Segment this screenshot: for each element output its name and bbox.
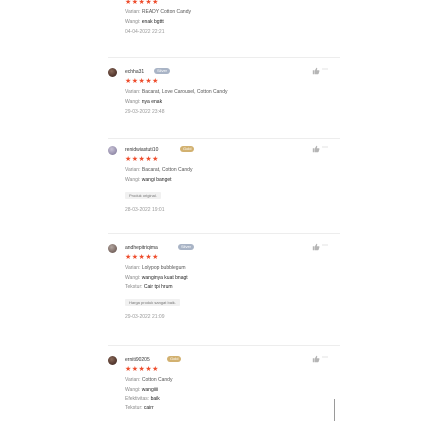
aroma-label: Wangi: — [125, 99, 141, 105]
texture-value: cairr — [143, 405, 154, 411]
divider — [108, 138, 340, 139]
seller-reply: Harga produk sangat baik. — [125, 299, 180, 306]
thumbs-up-icon[interactable] — [312, 355, 320, 363]
member-badge: Silver — [154, 68, 171, 74]
review-item: erniti90205 Gold ⋯ ★★★★★ Varian: Cotton … — [0, 354, 436, 411]
variant-line: Varian: Cotton Candy — [125, 377, 172, 384]
aroma-value: wanginya kuat bnagt — [141, 275, 188, 281]
username[interactable]: renidwiastuti10 — [125, 147, 158, 153]
avatar[interactable] — [108, 68, 117, 77]
aroma-line: Wangi: wangi banget — [125, 177, 192, 184]
variant-label: Varian: — [125, 377, 141, 383]
thumbs-up-icon[interactable] — [312, 145, 320, 153]
thumbs-up-icon[interactable] — [312, 243, 320, 251]
divider — [108, 345, 340, 346]
aroma-label: Wangi: — [125, 275, 141, 281]
variant-line: Varian: READY Cotton Candy — [125, 9, 191, 16]
more-options-icon[interactable]: ⋯ — [322, 242, 329, 249]
texture-line: Tekstur: cairr — [125, 405, 172, 412]
aroma-value: wangiiii — [141, 387, 159, 393]
divider — [108, 233, 340, 234]
effectiveness-value: baik — [150, 396, 160, 402]
rating-stars: ★★★★★ — [125, 78, 159, 85]
review-date: 29-03-2022 23:48 — [125, 109, 165, 115]
review-item: andhepitriqima Silver ⋯ ★★★★★ Varian: Lo… — [0, 242, 436, 320]
variant-label: Varian: — [125, 9, 141, 15]
variant-value: Cotton Candy — [141, 377, 173, 383]
review-item: renidwiastuti10 Gold ⋯ ★★★★★ Varian: Bac… — [0, 144, 436, 213]
variant-value: Bacarat, Cotton Candy — [141, 167, 193, 173]
aroma-line: Wangi: enak bgttt — [125, 19, 191, 26]
variant-label: Varian: — [125, 89, 141, 95]
review-date: 28-03-2022 19:01 — [125, 207, 165, 213]
variant-line: Varian: Bacarat, Cotton Candy — [125, 167, 192, 174]
effectiveness-line: Efektivitas: baik — [125, 396, 172, 403]
aroma-label: Wangi: — [125, 19, 141, 25]
review-header: erniti90205 Gold ⋯ — [0, 354, 436, 366]
texture-label: Tekstur: — [125, 284, 143, 290]
variant-value: Lolypop bubblegum — [141, 265, 186, 271]
review-header: andhepitriqima Silver ⋯ — [0, 242, 436, 254]
aroma-value: wangi banget — [141, 177, 172, 183]
aroma-value: nya enak — [141, 99, 163, 105]
thumbs-up-icon[interactable] — [312, 67, 320, 75]
member-badge: Gold — [180, 146, 195, 152]
aroma-label: Wangi: — [125, 387, 141, 393]
avatar[interactable] — [108, 356, 117, 365]
rating-stars: ★★★★★ — [125, 0, 159, 6]
effectiveness-label: Efektivitas: — [125, 396, 150, 402]
aroma-line: Wangi: wangiiii — [125, 387, 172, 394]
variant-value: Bacarat, Love Carousel, Cotton Candy — [141, 89, 228, 95]
member-badge: Gold — [167, 356, 182, 362]
member-badge: Silver — [178, 244, 195, 250]
variant-label: Varian: — [125, 265, 141, 271]
username[interactable]: echha31 — [125, 69, 144, 75]
variant-line: Varian: Lolypop bubblegum — [125, 265, 188, 272]
texture-line: Tekstur: Cair tpi hrum — [125, 284, 188, 291]
divider — [108, 57, 340, 58]
variant-label: Varian: — [125, 167, 141, 173]
rating-stars: ★★★★★ — [125, 254, 159, 261]
aroma-line: Wangi: wanginya kuat bnagt — [125, 275, 188, 282]
username[interactable]: andhepitriqima — [125, 245, 158, 251]
more-options-icon[interactable]: ⋯ — [322, 354, 329, 361]
texture-value: Cair tpi hrum — [143, 284, 173, 290]
avatar[interactable] — [108, 146, 117, 155]
review-header: echha31 Silver ⋯ — [0, 66, 436, 78]
review-header: renidwiastuti10 Gold ⋯ — [0, 144, 436, 156]
variant-line: Varian: Bacarat, Love Carousel, Cotton C… — [125, 89, 227, 96]
variant-value: READY Cotton Candy — [141, 9, 191, 15]
aroma-line: Wangi: nya enak — [125, 99, 227, 106]
username[interactable]: erniti90205 — [125, 357, 150, 363]
more-options-icon[interactable]: ⋯ — [322, 144, 329, 151]
avatar[interactable] — [108, 244, 117, 253]
rating-stars: ★★★★★ — [125, 156, 159, 163]
review-date: 29-03-2022 21:09 — [125, 314, 165, 320]
seller-reply: Produk original. — [125, 192, 161, 199]
aroma-value: enak bgttt — [141, 19, 164, 25]
scrollbar[interactable] — [334, 399, 335, 421]
more-options-icon[interactable]: ⋯ — [322, 66, 329, 73]
review-date: 04-04-2022 22:21 — [125, 29, 165, 35]
aroma-label: Wangi: — [125, 177, 141, 183]
review-item: echha31 Silver ⋯ ★★★★★ Varian: Bacarat, … — [0, 66, 436, 115]
rating-stars: ★★★★★ — [125, 366, 159, 373]
texture-label: Tekstur: — [125, 405, 143, 411]
